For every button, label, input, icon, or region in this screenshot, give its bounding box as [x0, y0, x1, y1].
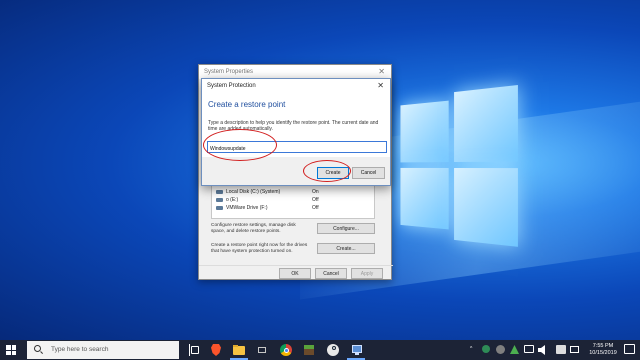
drive-name: Local Disk (C:) (System)	[226, 189, 280, 195]
cancel-button[interactable]: Cancel	[315, 268, 347, 279]
network-icon[interactable]	[524, 345, 534, 353]
app-icon[interactable]	[255, 343, 269, 357]
taskbar-clock[interactable]: 7:55 PM 10/15/2019	[585, 343, 621, 357]
drive-protection: Off	[312, 204, 319, 212]
minecraft-icon[interactable]	[302, 343, 316, 357]
chrome-icon[interactable]	[279, 343, 293, 357]
drive-list: Available Drives Protection Local Disk (…	[211, 181, 375, 219]
drive-row-c[interactable]: Local Disk (C:) (System) On	[212, 188, 374, 196]
drive-row-f[interactable]: VMWare Drive (F:) Off	[212, 204, 374, 212]
brave-browser-icon[interactable]	[209, 343, 223, 357]
taskbar-search-box[interactable]: Type here to search	[27, 341, 179, 359]
language-icon[interactable]	[556, 345, 566, 354]
search-placeholder: Type here to search	[51, 346, 108, 353]
dialog-titlebar: System Protection ✕	[202, 79, 390, 93]
configure-description: Configure restore settings, manage disk …	[211, 223, 311, 235]
divider	[199, 265, 393, 266]
steam-icon[interactable]	[326, 343, 340, 357]
file-explorer-icon[interactable]	[232, 343, 246, 357]
drive-protection: Off	[312, 196, 319, 204]
drive-icon	[216, 206, 223, 210]
taskbar: Type here to search ^ 7:55 PM 10/15/2019	[0, 340, 640, 360]
display-icon[interactable]	[570, 346, 579, 353]
close-icon[interactable]: ✕	[377, 81, 384, 90]
close-icon[interactable]: ✕	[378, 67, 385, 76]
system-properties-icon[interactable]	[350, 343, 364, 357]
apply-button[interactable]: Apply	[351, 268, 383, 279]
drive-name: VMWare Drive (F:)	[226, 205, 267, 211]
system-properties-title: System Properties	[204, 69, 253, 75]
tray-app-icon[interactable]	[510, 345, 519, 354]
highlight-circle-create	[303, 160, 351, 182]
drive-icon	[216, 190, 223, 194]
drive-icon	[216, 198, 223, 202]
drive-protection: On	[312, 188, 319, 196]
system-properties-titlebar: System Properties ✕	[199, 65, 391, 79]
highlight-circle-input	[203, 129, 277, 161]
dialog-heading: Create a restore point	[208, 100, 285, 109]
tray-chevron-icon[interactable]: ^	[470, 346, 472, 352]
ok-button[interactable]: OK	[279, 268, 311, 279]
search-icon	[34, 345, 41, 352]
notifications-icon[interactable]	[624, 344, 635, 354]
dialog-title: System Protection	[207, 83, 256, 89]
windows-logo-wallpaper	[400, 85, 520, 249]
create-description: Create a restore point right now for the…	[211, 243, 315, 255]
tray-app-icon[interactable]	[482, 345, 490, 353]
task-view-icon[interactable]	[188, 343, 202, 357]
clock-date: 10/15/2019	[585, 350, 621, 357]
clock-time: 7:55 PM	[585, 343, 621, 350]
start-button[interactable]	[6, 345, 16, 355]
drive-name: o (E:)	[226, 197, 238, 203]
create-restore-point-button[interactable]: Create...	[317, 243, 375, 254]
drive-row-e[interactable]: o (E:) Off	[212, 196, 374, 204]
cancel-button[interactable]: Cancel	[352, 167, 385, 179]
volume-icon[interactable]	[538, 345, 548, 354]
tray-app-icon[interactable]	[496, 345, 505, 354]
configure-button[interactable]: Configure...	[317, 223, 375, 234]
